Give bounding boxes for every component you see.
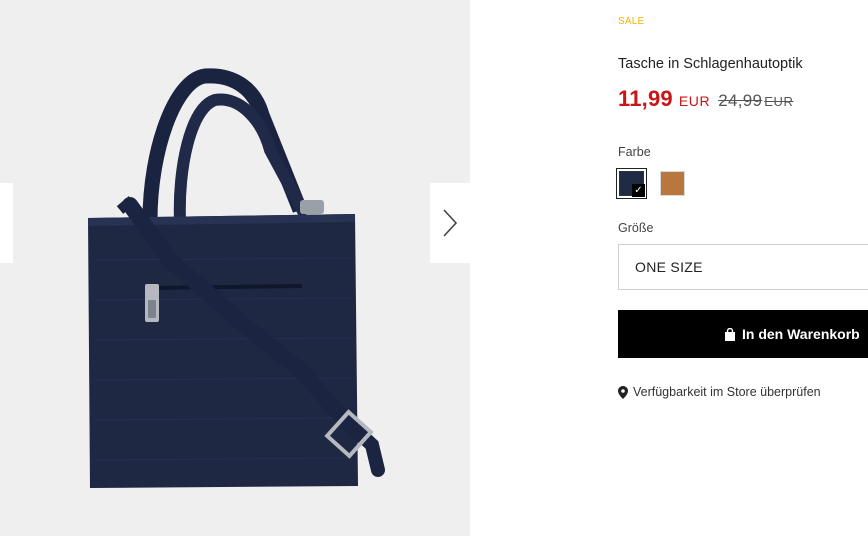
gallery-prev-button[interactable] [0,183,13,263]
color-swatch-navy[interactable]: ✓ [619,171,645,197]
gallery-next-button[interactable] [430,183,470,263]
size-label: Größe [618,221,654,235]
color-swatch-cognac[interactable] [660,171,685,196]
old-currency: EUR [764,94,794,109]
product-image [88,68,385,488]
store-availability-link[interactable]: Verfügbarkeit im Store überprüfen [618,385,821,399]
store-availability-label: Verfügbarkeit im Store überprüfen [633,385,821,399]
chevron-right-icon [443,209,458,237]
add-to-cart-label: In den Warenkorb [742,326,860,342]
current-currency: EUR [678,93,711,109]
price-row: 11,99 EUR 24,99 EUR [618,86,794,112]
shopping-bag-icon [725,327,735,341]
product-details: SALE Tasche in Schlagenhautoptik 11,99 EU… [618,0,868,536]
add-to-cart-button[interactable]: In den Warenkorb [618,310,868,358]
size-select[interactable]: ONE SIZE [618,244,868,290]
sale-badge: SALE [618,16,645,27]
color-label: Farbe [618,145,651,159]
old-price: 24,99 [718,91,763,110]
current-price: 11,99 [618,86,673,111]
product-image-gallery [0,0,470,536]
size-selected-value: ONE SIZE [635,259,703,275]
map-pin-icon [618,385,628,399]
checkmark-icon: ✓ [632,184,645,197]
product-title: Tasche in Schlagenhautoptik [618,56,803,72]
